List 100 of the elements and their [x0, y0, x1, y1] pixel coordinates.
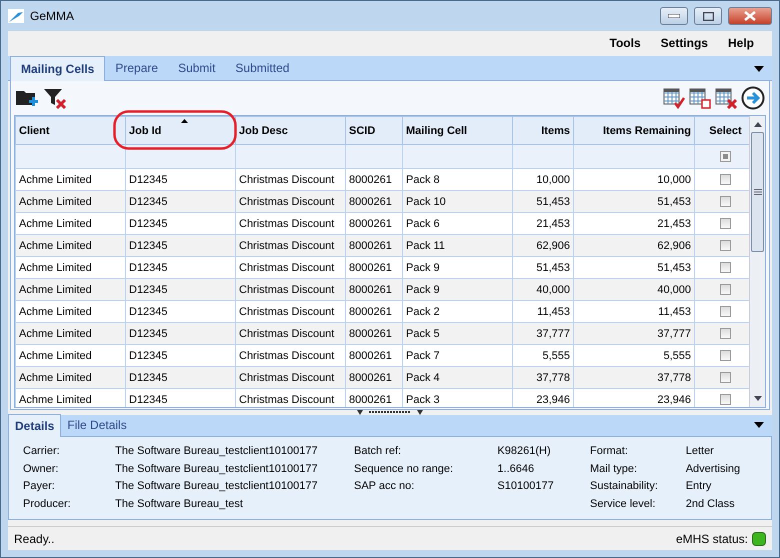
field-value: The Software Bureau_testclient10100177: [115, 444, 319, 460]
field-label: Format:: [590, 444, 629, 460]
table-cell: 37,777: [512, 322, 574, 345]
table-cell: 8000261: [346, 190, 402, 213]
tab[interactable]: Submit: [168, 56, 226, 80]
close-icon: [744, 11, 756, 21]
tab[interactable]: Submitted: [225, 56, 300, 80]
field-value: K98261(H): [497, 444, 552, 460]
select-all-grid-icon[interactable]: [663, 87, 685, 110]
emhs-status-label: eMHS status:: [676, 530, 748, 548]
row-checkbox[interactable]: [720, 350, 731, 362]
row-checkbox[interactable]: [720, 372, 731, 384]
table-cell: Christmas Discount: [236, 190, 346, 213]
field-value: Letter: [686, 444, 715, 460]
minimize-button[interactable]: [660, 7, 688, 25]
field-label: Producer:: [23, 496, 72, 512]
dropdown-arrow-icon[interactable]: [754, 422, 764, 428]
field-label: Sustainability:: [590, 479, 659, 494]
table-cell: Pack 9: [402, 278, 512, 301]
window-title: GeMMA: [30, 8, 74, 25]
table-cell: D12345: [126, 278, 236, 301]
table-cell: 37,778: [574, 366, 694, 389]
column-header[interactable]: Mailing Cell: [402, 116, 512, 145]
field-value: Advertising: [686, 462, 742, 477]
table-cell: Achme Limited: [16, 388, 126, 408]
field-label: SAP acc no:: [354, 479, 416, 494]
row-checkbox[interactable]: [720, 240, 731, 252]
clear-filter-icon[interactable]: [43, 87, 67, 110]
field-value: The Software Bureau_test: [115, 496, 244, 512]
row-checkbox[interactable]: [720, 306, 731, 318]
table-cell: Pack 10: [402, 190, 512, 213]
table-cell: Pack 5: [402, 322, 512, 345]
field-value: 2nd Class: [686, 496, 736, 512]
table-cell: Pack 4: [402, 366, 512, 389]
row-checkbox[interactable]: [720, 328, 731, 340]
delete-grid-icon[interactable]: [715, 87, 737, 110]
table-cell: Christmas Discount: [236, 234, 346, 257]
field-label: Carrier:: [23, 444, 61, 460]
menu-item[interactable]: Settings: [660, 34, 708, 52]
table-cell: Achme Limited: [16, 190, 126, 213]
column-header[interactable]: Items Remaining: [574, 116, 694, 145]
tab[interactable]: Details: [8, 414, 62, 438]
tab[interactable]: Mailing Cells: [10, 56, 106, 82]
close-button[interactable]: [728, 7, 772, 25]
scroll-down-icon[interactable]: [752, 395, 762, 404]
table-cell: Pack 11: [402, 234, 512, 257]
table-cell: 37,778: [512, 366, 574, 389]
row-checkbox[interactable]: [720, 196, 731, 208]
filter-cell: [346, 144, 402, 169]
maximize-button[interactable]: [694, 7, 722, 25]
menu-item[interactable]: Tools: [610, 34, 641, 52]
table-cell: D12345: [126, 234, 236, 257]
column-header[interactable]: Job Desc: [236, 116, 346, 145]
column-header[interactable]: Items: [512, 116, 574, 145]
minimize-icon: [668, 14, 680, 18]
row-checkbox[interactable]: [720, 262, 731, 274]
table-cell: Achme Limited: [16, 322, 126, 345]
dropdown-arrow-icon[interactable]: [754, 66, 764, 72]
menu-item[interactable]: Help: [728, 34, 754, 52]
table-cell: D12345: [126, 190, 236, 213]
table-cell: Christmas Discount: [236, 322, 346, 345]
table-cell: 51,453: [574, 190, 694, 213]
row-checkbox[interactable]: [720, 394, 731, 406]
row-checkbox[interactable]: [720, 284, 731, 296]
table-cell: Achme Limited: [16, 278, 126, 301]
clear-selection-grid-icon[interactable]: [689, 87, 711, 110]
status-indicator-icon: [752, 532, 766, 546]
tab[interactable]: Prepare: [105, 56, 168, 80]
table-cell: D12345: [126, 366, 236, 389]
status-text: Ready..: [14, 530, 54, 548]
field-label: Batch ref:: [354, 444, 402, 460]
table-cell: Christmas Discount: [236, 278, 346, 301]
field-label: Mail type:: [590, 462, 638, 477]
field-label: Owner:: [23, 462, 60, 477]
field-label: Service level:: [590, 496, 656, 512]
row-checkbox[interactable]: [720, 174, 731, 186]
tab[interactable]: File Details: [61, 414, 133, 436]
column-header[interactable]: Client: [16, 116, 126, 145]
scroll-up-icon[interactable]: [752, 120, 762, 128]
column-header[interactable]: SCID: [346, 116, 402, 145]
table-cell: Christmas Discount: [236, 366, 346, 389]
table-cell: 8000261: [346, 234, 402, 257]
row-checkbox[interactable]: [720, 218, 731, 230]
filter-cell: [512, 144, 574, 169]
table-cell: 8000261: [346, 366, 402, 389]
splitter-grip-icon[interactable]: [357, 410, 423, 416]
column-header[interactable]: Job Id: [126, 116, 236, 145]
table-cell: 8000261: [346, 322, 402, 345]
field-label: Payer:: [23, 479, 56, 494]
table-cell: 62,906: [574, 234, 694, 257]
column-header[interactable]: Select: [694, 116, 749, 145]
table-cell: 40,000: [574, 278, 694, 301]
field-value: The Software Bureau_testclient10100177: [115, 462, 319, 477]
field-value: The Software Bureau_testclient10100177: [115, 479, 319, 494]
app-logo-icon: [8, 9, 24, 23]
table-cell: 37,777: [574, 322, 694, 345]
select-all-checkbox[interactable]: [720, 151, 731, 162]
scrollbar-thumb[interactable]: [751, 132, 764, 252]
field-value: 1..6646: [497, 462, 536, 477]
table-cell: 51,453: [512, 190, 574, 213]
